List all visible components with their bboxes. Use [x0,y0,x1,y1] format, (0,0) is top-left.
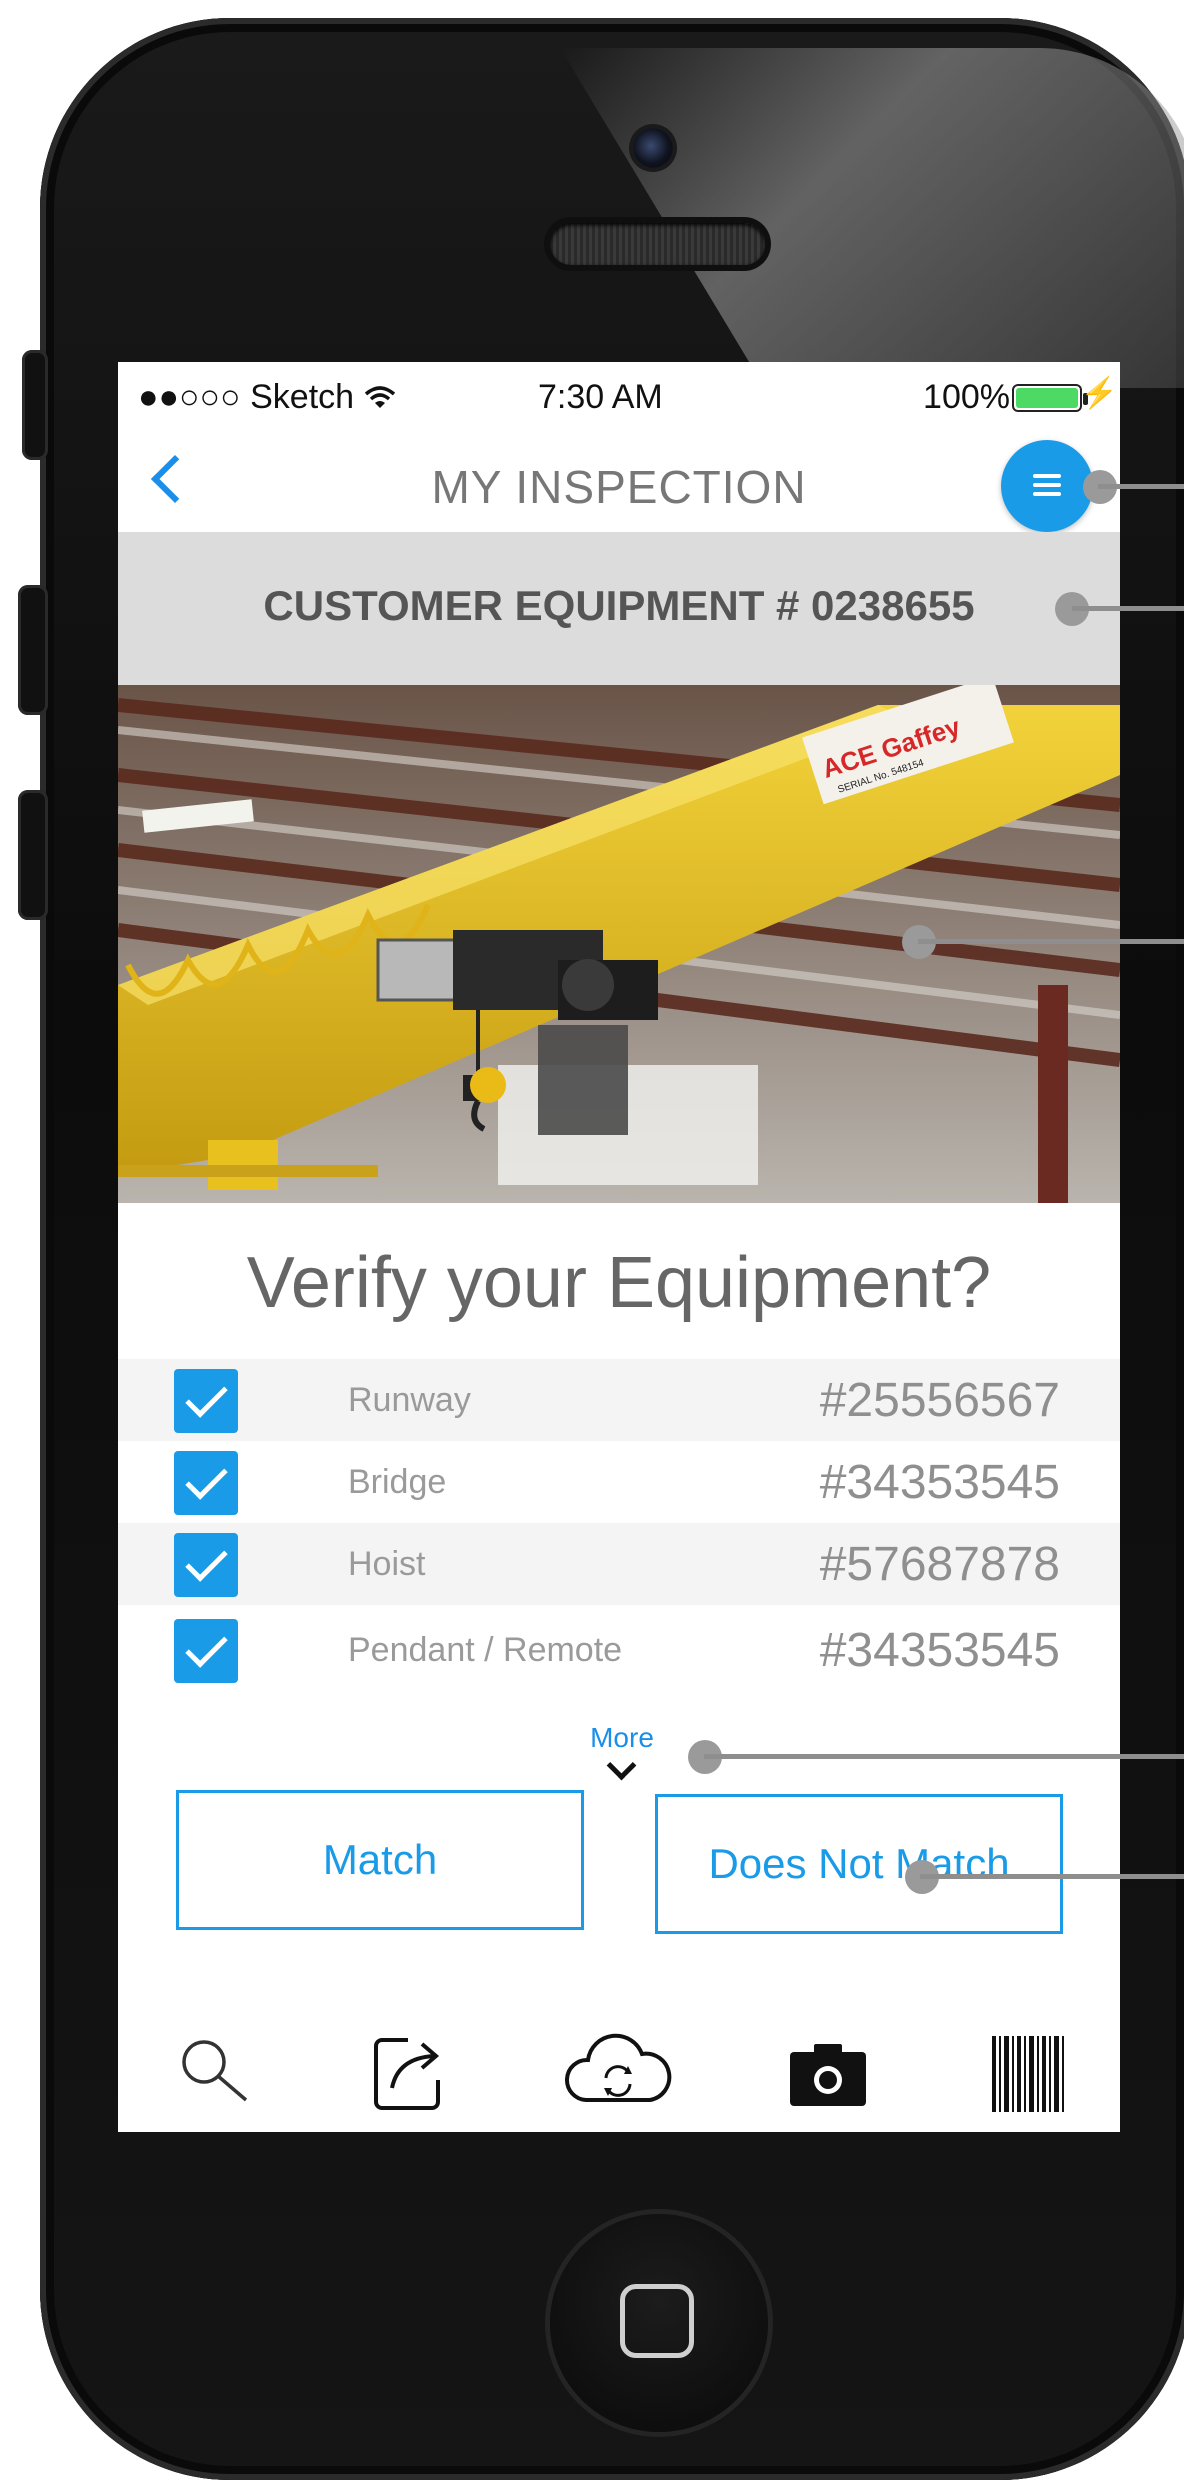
battery-percent: 100% [923,378,1010,416]
equipment-row-pendant[interactable]: Pendant / Remote #34353545 [118,1609,1120,1691]
carrier-label: ●●○○○ Sketch [138,378,355,416]
callout-line [704,1754,1184,1759]
hamburger-icon [1033,474,1061,501]
checkbox-checked[interactable] [174,1619,238,1683]
status-bar: ●●○○○ Sketch 7:30 AM 100% ⚡ [118,362,1120,432]
equipment-number: #25556567 [819,1374,1060,1427]
cloud-sync-icon[interactable] [558,2022,678,2122]
equipment-row-runway[interactable]: Runway #25556567 [118,1359,1120,1441]
chevron-down-icon[interactable] [606,1750,637,1781]
equipment-photo: ACE Gaffey SERIAL No. 548154 [118,685,1120,1203]
home-button[interactable] [550,2214,768,2432]
volume-down-button [18,790,48,920]
equipment-row-bridge[interactable]: Bridge #34353545 [118,1441,1120,1523]
page-title: MY INSPECTION [431,461,807,513]
more-link[interactable]: More [582,1722,662,1754]
equipment-number: #34353545 [819,1624,1060,1677]
volume-up-button [18,585,48,715]
verify-heading: Verify your Equipment? [246,1243,992,1323]
equipment-label: Pendant / Remote [348,1631,623,1669]
navigation-bar: MY INSPECTION [118,432,1120,532]
checkbox-checked[interactable] [174,1369,238,1433]
checkbox-checked[interactable] [174,1451,238,1515]
equipment-label: Bridge [348,1463,447,1501]
clock: 7:30 AM [538,378,663,416]
search-icon[interactable] [168,2022,268,2122]
equipment-number: #34353545 [819,1456,1060,1509]
equipment-label: Runway [348,1381,471,1419]
mute-switch [22,350,48,460]
crane-photo-illustration: ACE Gaffey SERIAL No. 548154 [118,685,1120,1203]
callout-line [1072,606,1184,611]
camera-icon[interactable] [778,2022,878,2122]
callout-line [920,1874,1184,1879]
battery-icon [1012,384,1082,412]
front-camera [633,128,673,168]
equipment-row-hoist[interactable]: Hoist #57687878 [118,1523,1120,1605]
equipment-number: #57687878 [819,1538,1060,1591]
match-button[interactable]: Match [176,1790,584,1930]
barcode-icon[interactable] [978,2022,1078,2122]
glare [560,48,1184,388]
callout-line [918,939,1184,944]
earpiece-speaker [550,223,765,265]
share-icon[interactable] [358,2022,458,2122]
charging-bolt-icon: ⚡ [1080,377,1118,410]
home-square-icon [620,2284,694,2358]
tab-bar [118,2012,1120,2122]
equipment-header: CUSTOMER EQUIPMENT # 0238655 [118,532,1120,685]
does-not-match-button[interactable]: Does Not Match [655,1794,1063,1934]
equipment-number: CUSTOMER EQUIPMENT # 0238655 [263,582,975,629]
menu-button[interactable] [1001,440,1093,532]
callout-line [1098,484,1184,489]
screen: ●●○○○ Sketch 7:30 AM 100% ⚡ MY INSPECTIO… [118,362,1120,2132]
wifi-icon [364,378,396,416]
carrier-signal: ●●○○○ Sketch [138,378,396,417]
checkbox-checked[interactable] [174,1533,238,1597]
equipment-label: Hoist [348,1545,426,1583]
